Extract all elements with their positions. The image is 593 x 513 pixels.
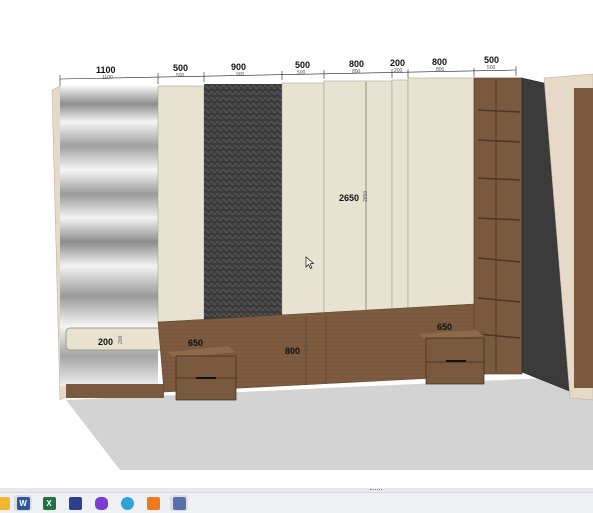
dim-sublabel-4: 500 [297,70,306,76]
cream-panel-5 [407,77,475,309]
dim-label-6: 200 [390,58,405,68]
dim-height-panel: 2650 [339,193,359,203]
cream-panel-4 [391,79,409,311]
nightstand-right [418,330,485,385]
dim-nightstand-right: 650 [437,322,452,332]
telegram-icon[interactable] [118,495,136,511]
woven-panel [204,84,282,322]
app-blue-icon[interactable] [66,495,84,511]
cream-panel-2 [281,82,325,316]
dim-height-panel-sub: 2650 [363,191,369,202]
dim-label-7: 800 [432,57,447,67]
word-icon[interactable]: W [14,495,32,511]
dim-nightstand-left: 650 [188,338,203,348]
dim-label-4: 500 [295,60,310,70]
splitter-grip[interactable] [370,489,382,491]
dim-label-8: 500 [484,55,499,65]
dim-label-3: 900 [231,62,246,72]
dim-sublabel-7: 800 [436,67,445,73]
dim-sublabel-6: 200 [394,68,403,74]
dim-left-shelf-sub: 200 [118,335,124,344]
3d-viewport[interactable]: 1100 1100 500 500 900 900 500 500 800 80… [0,0,593,488]
dim-label-5: 800 [349,59,364,69]
left-floating-shelf [65,327,163,351]
dim-sublabel-3: 900 [236,72,245,78]
right-wardrobe [574,88,593,388]
left-base-box [66,384,164,398]
excel-icon[interactable]: X [40,495,58,511]
shield-app-icon[interactable] [92,495,110,511]
dim-lower-panel-sub: 800 [304,344,310,353]
dim-lower-panel: 800 [285,346,300,356]
settings-app-icon[interactable] [170,495,188,511]
dim-sublabel-5: 800 [352,69,361,75]
furniture-scene[interactable]: 1100 1100 500 500 900 900 500 500 800 80… [0,0,593,488]
dim-label-1: 1100 [96,65,116,75]
dim-sublabel-1: 1100 [102,75,113,81]
dim-sublabel-2: 500 [176,73,185,79]
shelving-unit [473,77,523,375]
explorer-icon[interactable] [0,495,12,511]
taskbar: W X [0,492,593,513]
orange-app-icon[interactable] [144,495,162,511]
cream-panel-1 [157,85,205,323]
dim-left-shelf: 200 [98,337,113,347]
dim-sublabel-8: 500 [487,65,496,71]
dim-label-2: 500 [173,63,188,73]
